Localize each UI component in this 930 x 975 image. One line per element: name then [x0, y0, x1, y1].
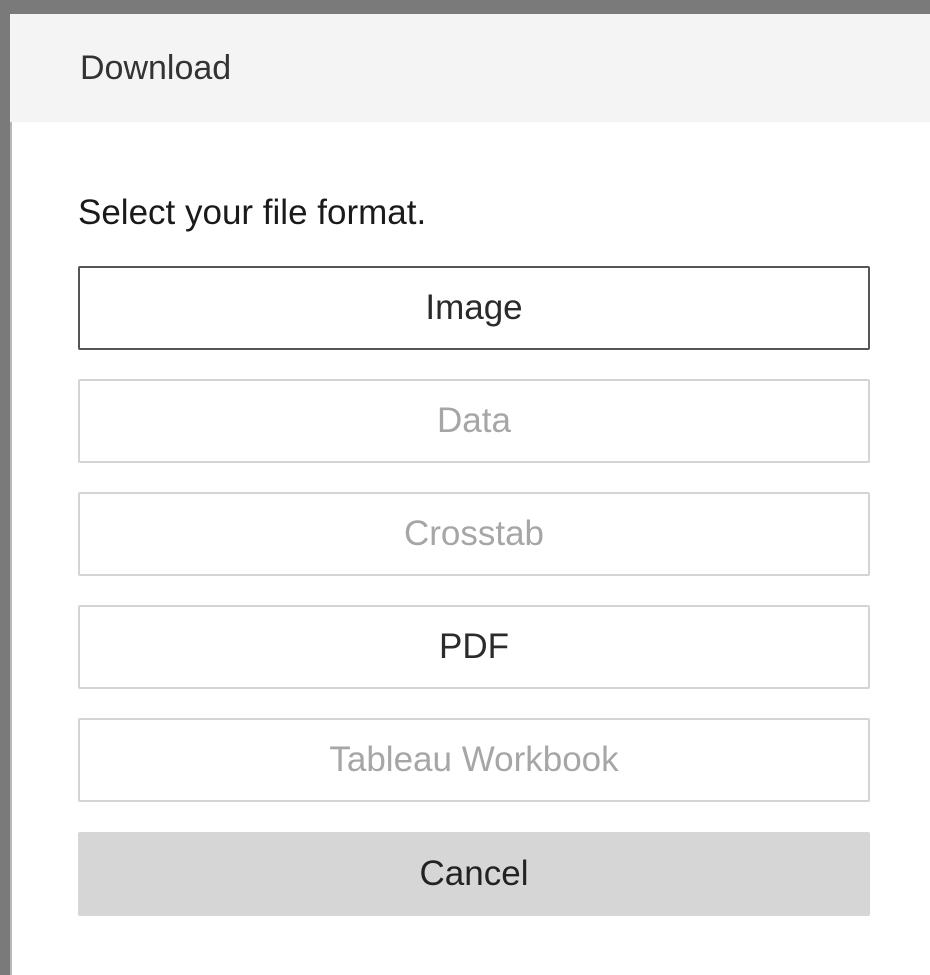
pdf-format-button[interactable]: PDF [78, 605, 870, 689]
dialog-header: Download [10, 14, 930, 122]
file-format-prompt: Select your file format. [78, 193, 427, 232]
crosstab-format-button[interactable]: Crosstab [78, 492, 870, 576]
download-dialog: Download Select your file format. Image … [0, 0, 930, 975]
data-format-button[interactable]: Data [78, 379, 870, 463]
cancel-button[interactable]: Cancel [78, 832, 870, 916]
dialog-title: Download [80, 49, 232, 87]
tableau-workbook-format-button[interactable]: Tableau Workbook [78, 718, 870, 802]
image-format-button[interactable]: Image [78, 266, 870, 350]
